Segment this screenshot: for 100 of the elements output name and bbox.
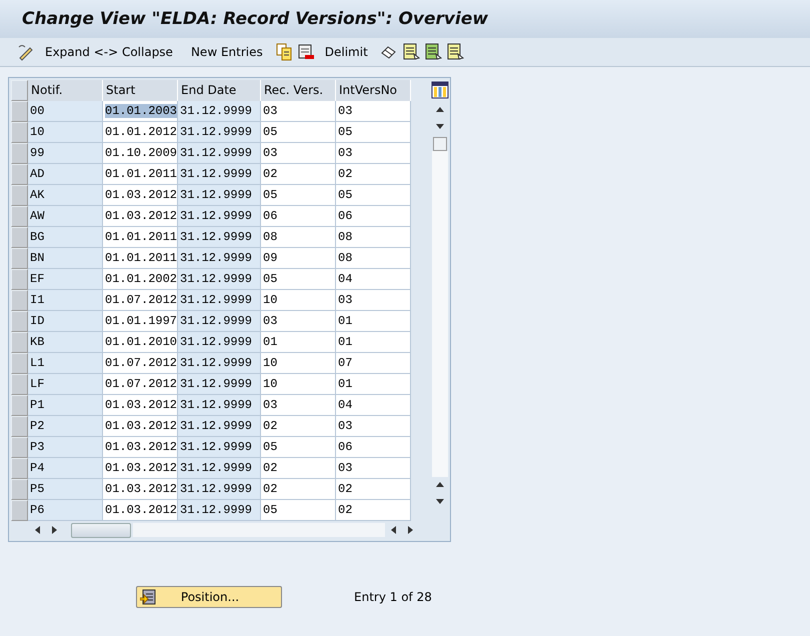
table-cell: AK	[28, 185, 103, 206]
table-cell: 02	[336, 479, 411, 500]
table-cell: P6	[28, 500, 103, 521]
table-cell: 03	[336, 101, 411, 122]
toolbar-button[interactable]: Expand <-> Collapse	[39, 42, 181, 62]
list-icon[interactable]	[424, 43, 442, 61]
scroll-up-icon[interactable]	[436, 106, 444, 114]
table-cell: 31.12.9999	[178, 374, 261, 395]
column-header[interactable]: End Date	[178, 80, 261, 101]
table-cell: AD	[28, 164, 103, 185]
table-cell: EF	[28, 269, 103, 290]
table-cell: 01.01.2003	[103, 101, 178, 122]
table-cell: 31.12.9999	[178, 332, 261, 353]
table-cell: 02	[261, 479, 336, 500]
toolbar-button[interactable]: Delimit	[318, 42, 376, 62]
table-cell: 01.03.2012	[103, 500, 178, 521]
table-cell: 01	[336, 332, 411, 353]
row-selector[interactable]	[11, 122, 28, 143]
row-selector[interactable]	[11, 437, 28, 458]
scroll-down-icon[interactable]	[436, 122, 444, 130]
table-cell: 10	[261, 290, 336, 311]
table-cell: 02	[261, 416, 336, 437]
row-selector[interactable]	[11, 164, 28, 185]
select-all-button[interactable]	[11, 80, 28, 101]
row-selector[interactable]	[11, 290, 28, 311]
row-selector[interactable]	[11, 353, 28, 374]
column-header[interactable]: Start	[103, 80, 178, 101]
table-cell: 01.01.2011	[103, 248, 178, 269]
table-cell: 01.07.2012	[103, 374, 178, 395]
row-selector[interactable]	[11, 143, 28, 164]
column-header[interactable]: Rec. Vers.	[261, 80, 336, 101]
table-cell: 01	[261, 332, 336, 353]
table-cell: 31.12.9999	[178, 206, 261, 227]
row-selector[interactable]	[11, 248, 28, 269]
column-header[interactable]: Notif.	[28, 80, 103, 101]
scroll-up-icon[interactable]	[436, 481, 444, 489]
table-cell: 01.01.2010	[103, 332, 178, 353]
table-cell: 05	[261, 500, 336, 521]
table-cell: 08	[336, 227, 411, 248]
scrollbar-thumb[interactable]	[71, 522, 131, 538]
position-button[interactable]: Position...	[136, 586, 282, 608]
table-cell: 03	[261, 395, 336, 416]
row-selector[interactable]	[11, 395, 28, 416]
scroll-down-icon[interactable]	[436, 497, 444, 505]
row-selector[interactable]	[11, 479, 28, 500]
table-cell: 03	[261, 311, 336, 332]
column-header[interactable]: IntVersNo	[336, 80, 411, 101]
table-cell: 31.12.9999	[178, 353, 261, 374]
row-selector[interactable]	[11, 374, 28, 395]
table-cell: 01.03.2012	[103, 206, 178, 227]
table-cell: 31.12.9999	[178, 164, 261, 185]
scroll-right-icon[interactable]	[406, 526, 414, 534]
table-cell: 02	[336, 500, 411, 521]
table-cell: 08	[261, 227, 336, 248]
scrollbar-thumb[interactable]	[432, 137, 446, 151]
table-cell: 03	[261, 101, 336, 122]
table-cell: 07	[336, 353, 411, 374]
row-selector[interactable]	[11, 206, 28, 227]
table-cell: 01	[336, 374, 411, 395]
row-selector[interactable]	[11, 101, 28, 122]
table-cell: 03	[336, 290, 411, 311]
row-selector[interactable]	[11, 227, 28, 248]
scroll-left-icon[interactable]	[34, 526, 42, 534]
delete-row-icon[interactable]	[296, 43, 315, 61]
row-selector[interactable]	[11, 500, 28, 521]
table-cell: 01.01.2011	[103, 227, 178, 248]
list-icon[interactable]	[446, 43, 464, 61]
table-cell: I1	[28, 290, 103, 311]
table-cell: P4	[28, 458, 103, 479]
row-selector[interactable]	[11, 332, 28, 353]
table-cell: 10	[261, 353, 336, 374]
table-cell: 31.12.9999	[178, 395, 261, 416]
table-cell: 01	[336, 311, 411, 332]
table-cell: 31.12.9999	[178, 290, 261, 311]
table-cell: 05	[336, 122, 411, 143]
table-cell: 01.03.2012	[103, 395, 178, 416]
copy-icon[interactable]	[274, 43, 293, 61]
table-cell: 31.12.9999	[178, 458, 261, 479]
table-cell: 31.12.9999	[178, 227, 261, 248]
table-cell: 99	[28, 143, 103, 164]
column-settings-icon[interactable]	[430, 81, 448, 99]
table-cell: 31.12.9999	[178, 479, 261, 500]
table-cell: 06	[261, 206, 336, 227]
row-selector[interactable]	[11, 311, 28, 332]
row-selector[interactable]	[11, 185, 28, 206]
row-selector[interactable]	[11, 458, 28, 479]
list-icon[interactable]	[402, 43, 420, 61]
toolbar-button[interactable]: New Entries	[184, 42, 271, 62]
table-cell: 06	[336, 437, 411, 458]
row-selector[interactable]	[11, 269, 28, 290]
entry-count: Entry 1 of 28	[354, 590, 432, 604]
scroll-left-icon[interactable]	[390, 526, 398, 534]
table-cell: 01.03.2012	[103, 185, 178, 206]
scroll-right-icon[interactable]	[50, 526, 58, 534]
pencil-icon[interactable]	[17, 43, 35, 61]
table-cell: 05	[261, 185, 336, 206]
table-cell: L1	[28, 353, 103, 374]
row-selector[interactable]	[11, 416, 28, 437]
table-cell: 31.12.9999	[178, 143, 261, 164]
table-cell: 01.03.2012	[103, 479, 178, 500]
